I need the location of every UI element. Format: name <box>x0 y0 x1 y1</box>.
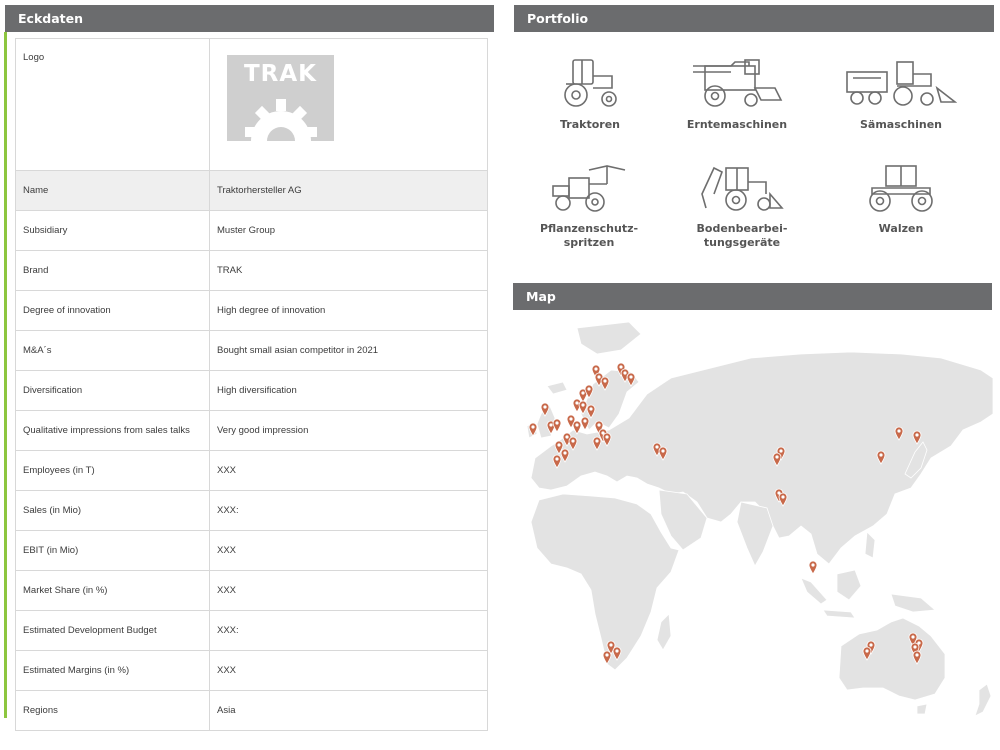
portfolio-title: Portfolio <box>527 11 589 26</box>
table-row: Estimated Development Budget XXX: <box>15 610 488 651</box>
sprayer-icon <box>552 165 626 212</box>
portfolio-item-walzen[interactable]: Walzen <box>826 164 976 236</box>
land-philippines <box>864 531 876 559</box>
eckdaten-header: Eckdaten <box>5 5 494 32</box>
row-label: Qualitative impressions from sales talks <box>15 410 210 451</box>
seeder-icon <box>846 61 957 106</box>
portfolio-label-bodenbearbeitung: Bodenbearbei- tungsgeräte <box>667 222 817 250</box>
company-logo: TRAK <box>227 55 334 141</box>
row-value: XXX <box>209 450 488 491</box>
land-tasmania <box>916 703 928 715</box>
row-label: Sales (in Mio) <box>15 490 210 531</box>
row-label: EBIT (in Mio) <box>15 530 210 571</box>
table-row: Qualitative impressions from sales talks… <box>15 410 488 451</box>
row-value: TRAK <box>209 250 488 291</box>
portfolio-label-saemaschinen: Sämaschinen <box>859 118 943 131</box>
land-new-zealand <box>974 683 992 717</box>
table-row: Sales (in Mio) XXX: <box>15 490 488 531</box>
table-row: Employees (in T) XXX <box>15 450 488 491</box>
tillage-icon <box>701 166 784 211</box>
row-label: Employees (in T) <box>15 450 210 491</box>
map-header: Map <box>513 283 992 310</box>
row-value: XXX <box>209 530 488 571</box>
row-value: High degree of innovation <box>209 290 488 331</box>
portfolio-label-pflanzenschutz-line1: Pflanzenschutz- <box>539 222 639 235</box>
row-value: Traktorhersteller AG <box>209 170 488 211</box>
row-label: Name <box>15 170 210 211</box>
row-label: Estimated Margins (in %) <box>15 650 210 691</box>
land-madagascar <box>656 613 672 651</box>
row-label: Diversification <box>15 370 210 411</box>
table-row: Diversification High diversification <box>15 370 488 411</box>
row-label: Estimated Development Budget <box>15 610 210 651</box>
row-label: M&A´s <box>15 330 210 371</box>
table-row: EBIT (in Mio) XXX <box>15 530 488 571</box>
land-sumatra <box>800 577 828 605</box>
land-greenland <box>576 321 642 355</box>
roller-icon <box>869 165 933 212</box>
portfolio-label-pflanzenschutz-line2: spritzen <box>563 236 615 249</box>
portfolio-item-pflanzenschutz[interactable]: Pflanzenschutz- spritzen <box>514 164 664 250</box>
row-label: Degree of innovation <box>15 290 210 331</box>
table-row: M&A´s Bought small asian competitor in 20… <box>15 330 488 371</box>
tractor-icon <box>564 59 617 107</box>
table-row-logo: Logo TRAK <box>15 38 488 171</box>
row-value: XXX <box>209 570 488 611</box>
land-new-guinea <box>890 593 936 613</box>
row-value: XXX: <box>209 610 488 651</box>
portfolio-label-pflanzenschutz: Pflanzenschutz- spritzen <box>514 222 664 250</box>
portfolio-item-bodenbearbeitung[interactable]: Bodenbearbei- tungsgeräte <box>667 164 817 250</box>
portfolio-header: Portfolio <box>514 5 994 32</box>
portfolio-label-bodenbearbeitung-line2: tungsgeräte <box>703 236 781 249</box>
map-title: Map <box>526 289 556 304</box>
portfolio-label-walzen: Walzen <box>878 222 924 235</box>
map-marker-icon[interactable] <box>808 560 818 575</box>
portfolio-label-traktoren: Traktoren <box>560 118 620 131</box>
row-value: Muster Group <box>209 210 488 251</box>
logo-label: Logo <box>15 38 210 171</box>
table-row: Estimated Margins (in %) XXX <box>15 650 488 691</box>
table-row: Name Traktorhersteller AG <box>15 170 488 211</box>
portfolio-label-erntemaschinen: Erntemaschinen <box>686 118 788 131</box>
world-map[interactable] <box>511 318 993 720</box>
logo-cell: TRAK <box>209 38 488 171</box>
portfolio-label-bodenbearbeitung-line1: Bodenbearbei- <box>696 222 788 235</box>
harvester-icon <box>693 59 783 107</box>
row-value: High diversification <box>209 370 488 411</box>
row-label: Brand <box>15 250 210 291</box>
land-iceland <box>546 381 568 395</box>
land-java <box>822 609 856 619</box>
eckdaten-accent-bar <box>4 32 7 718</box>
eckdaten-title: Eckdaten <box>18 11 83 26</box>
row-value: Very good impression <box>209 410 488 451</box>
portfolio-item-saemaschinen[interactable]: Sämaschinen <box>826 58 976 132</box>
eckdaten-table: Logo TRAK Name Traktorhersteller AG Subs… <box>15 38 488 731</box>
map-marker-icon[interactable] <box>552 418 562 433</box>
row-value: XXX <box>209 650 488 691</box>
land-australia <box>838 617 946 701</box>
table-row: Regions Asia <box>15 690 488 731</box>
table-row: Brand TRAK <box>15 250 488 291</box>
table-row: Subsidiary Muster Group <box>15 210 488 251</box>
land-africa <box>530 493 680 671</box>
row-value: XXX: <box>209 490 488 531</box>
row-value: Bought small asian competitor in 2021 <box>209 330 488 371</box>
row-label: Market Share (in %) <box>15 570 210 611</box>
row-label: Subsidiary <box>15 210 210 251</box>
land-india <box>736 501 774 567</box>
gear-icon <box>245 99 317 141</box>
portfolio-item-traktoren[interactable]: Traktoren <box>515 58 665 132</box>
table-row: Market Share (in %) XXX <box>15 570 488 611</box>
table-row: Degree of innovation High degree of innov… <box>15 290 488 331</box>
row-value: Asia <box>209 690 488 731</box>
row-label: Regions <box>15 690 210 731</box>
portfolio-item-erntemaschinen[interactable]: Erntemaschinen <box>662 58 812 132</box>
land-borneo <box>836 569 862 601</box>
